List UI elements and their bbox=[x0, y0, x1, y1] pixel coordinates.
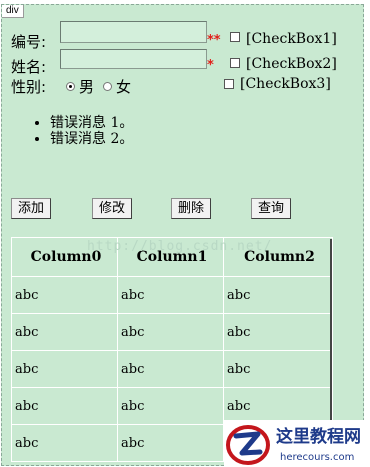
div-tag: div bbox=[2, 5, 24, 18]
gender-radio-male[interactable] bbox=[66, 82, 75, 91]
grid-cell: abc bbox=[117, 313, 224, 351]
grid-cell: abc bbox=[223, 313, 333, 351]
checkbox3-label: [CheckBox3] bbox=[240, 76, 331, 92]
table-row[interactable]: abc abc abc bbox=[11, 276, 333, 314]
gender-label: 性别: bbox=[11, 78, 47, 96]
checkbox1[interactable] bbox=[230, 32, 240, 42]
grid-cell: abc bbox=[11, 387, 118, 425]
checkbox2-label: [CheckBox2] bbox=[246, 56, 337, 72]
grid-cell: abc bbox=[11, 276, 118, 314]
query-button[interactable]: 查询 bbox=[251, 198, 291, 219]
gender-radio-female[interactable] bbox=[103, 82, 112, 91]
name-required-mark: * bbox=[207, 58, 214, 73]
code-required-mark: ** bbox=[207, 33, 221, 48]
grid-cell: abc bbox=[117, 424, 224, 462]
error-list: 错误消息 1。 错误消息 2。 bbox=[32, 115, 133, 147]
checkbox3[interactable] bbox=[224, 79, 234, 89]
code-input[interactable] bbox=[60, 21, 207, 43]
table-row[interactable]: abc abc abc bbox=[11, 313, 333, 351]
grid-cell: abc bbox=[223, 350, 333, 388]
error-item: 错误消息 1。 bbox=[50, 115, 133, 131]
checkbox2[interactable] bbox=[230, 58, 240, 68]
logo-url: herecours.com bbox=[280, 452, 354, 463]
design-panel: div 编号: ** [CheckBox1] 姓名: * [CheckBox2]… bbox=[1, 4, 364, 466]
logo-title: 这里教程网 bbox=[276, 426, 361, 447]
grid-cell: abc bbox=[117, 350, 224, 388]
add-button[interactable]: 添加 bbox=[11, 198, 51, 219]
grid-cell: abc bbox=[11, 424, 118, 462]
delete-button[interactable]: 删除 bbox=[171, 198, 211, 219]
grid-cell: abc bbox=[117, 276, 224, 314]
checkbox1-label: [CheckBox1] bbox=[246, 31, 337, 47]
table-row[interactable]: abc abc abc bbox=[11, 387, 333, 425]
name-input[interactable] bbox=[60, 49, 207, 69]
gender-option-male: 男 bbox=[79, 78, 95, 96]
grid-cell: abc bbox=[223, 276, 333, 314]
grid-cell: abc bbox=[11, 350, 118, 388]
grid-cell: abc bbox=[223, 387, 333, 425]
edit-button[interactable]: 修改 bbox=[92, 198, 132, 219]
gender-option-female: 女 bbox=[116, 78, 132, 96]
grid-cell: abc bbox=[11, 313, 118, 351]
watermark: http://blog.csdn.net/ bbox=[87, 239, 273, 254]
grid-cell: abc bbox=[117, 387, 224, 425]
error-item: 错误消息 2。 bbox=[50, 131, 133, 147]
site-logo: 这里教程网 herecours.com bbox=[224, 420, 370, 467]
table-row[interactable]: abc abc abc bbox=[11, 350, 333, 388]
code-label: 编号: bbox=[11, 33, 47, 51]
name-label: 姓名: bbox=[11, 58, 47, 76]
